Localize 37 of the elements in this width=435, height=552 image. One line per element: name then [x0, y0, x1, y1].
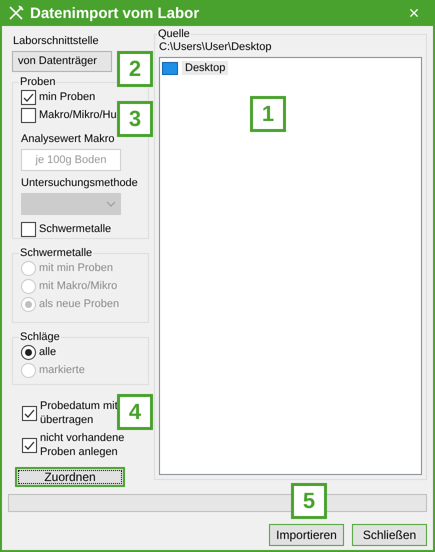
group-title: Proben	[19, 76, 56, 88]
number-callout: 1	[250, 96, 286, 132]
dialog-button[interactable]: Importieren	[269, 524, 344, 546]
path-text: C:\Users\User\Desktop	[159, 40, 272, 54]
checkbox[interactable]	[21, 108, 36, 122]
group-title: Schläge	[19, 331, 61, 343]
window-title: Datenimport vom Labor	[30, 4, 200, 22]
field-label: Analysewert Makro	[21, 132, 116, 146]
tools-icon	[8, 5, 24, 21]
checkbox-label: nicht vorhandene Proben anlegen	[40, 431, 126, 459]
interface-label: Laborschnittstelle	[13, 34, 100, 48]
checkbox-label: min Proben	[39, 90, 96, 104]
group-title: Schwermetalle	[19, 247, 94, 259]
radio-label: mit min Proben	[39, 261, 113, 275]
group-title: Quelle	[157, 28, 191, 40]
radio-label: als neue Proben	[39, 297, 120, 311]
number-callout: 2	[117, 51, 153, 87]
checkbox-label: Schwermetalle	[39, 222, 112, 236]
checkbox[interactable]	[22, 406, 37, 420]
radio-label: alle	[39, 345, 56, 359]
chevron-down-icon	[106, 201, 116, 207]
checkbox[interactable]	[22, 438, 37, 452]
assign-button[interactable]: Zuordnen	[15, 467, 125, 487]
number-callout: 3	[117, 101, 153, 137]
dialog-button[interactable]: Schließen	[352, 524, 427, 546]
checkbox[interactable]	[21, 90, 36, 104]
tree-item[interactable]: Desktop	[182, 61, 228, 75]
checkbox[interactable]	[21, 222, 36, 236]
checkbox-label: Probedatum mit übertragen	[40, 399, 118, 427]
radio-label: markierte	[39, 363, 85, 377]
checkbox-label: Makro/Mikro/Hu	[39, 108, 117, 122]
field-label: Untersuchungsmethode	[21, 176, 139, 190]
radio-label: mit Makro/Mikro	[39, 279, 118, 293]
radio-button[interactable]	[21, 344, 36, 360]
number-callout: 4	[117, 394, 153, 430]
interface-dropdown[interactable]: von Datenträger	[12, 51, 112, 72]
monitor-icon	[162, 62, 178, 74]
